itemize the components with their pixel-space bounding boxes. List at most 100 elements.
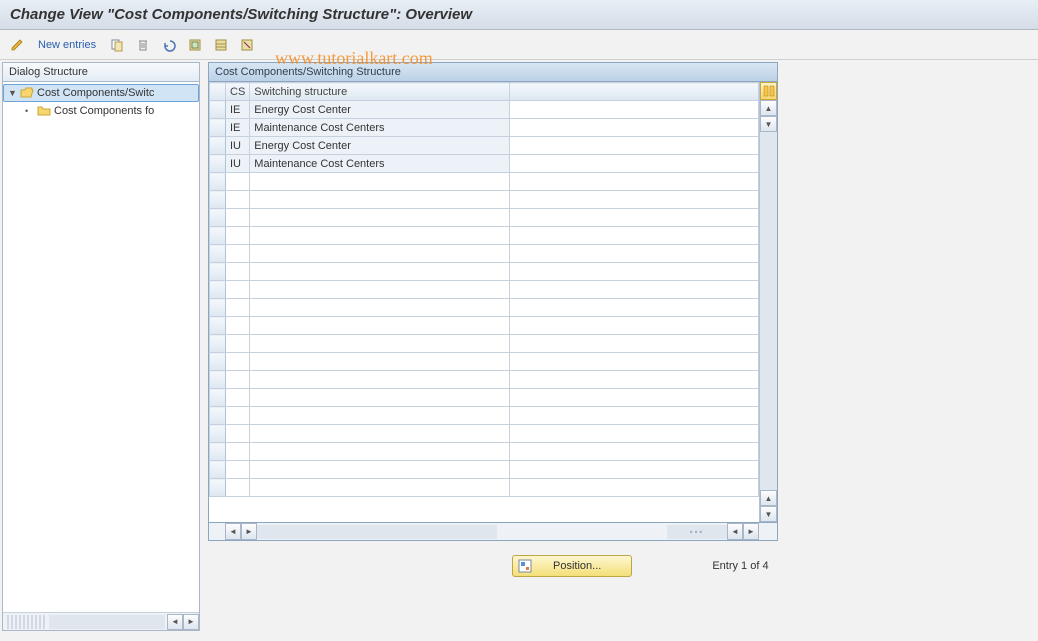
table-row[interactable]: IUMaintenance Cost Centers [210,155,759,173]
cell-cs[interactable]: IU [226,137,250,155]
cell-cs[interactable] [226,479,250,497]
scroll-down-icon[interactable]: ▼ [760,116,777,132]
row-selector[interactable] [210,335,226,353]
table-row[interactable] [210,443,759,461]
table-row[interactable] [210,227,759,245]
table-row[interactable]: IEMaintenance Cost Centers [210,119,759,137]
table-row[interactable] [210,461,759,479]
scroll-right-icon[interactable]: ► [183,614,199,630]
table-row[interactable] [210,389,759,407]
row-selector[interactable] [210,245,226,263]
cell-desc[interactable] [250,281,510,299]
row-selector[interactable] [210,443,226,461]
row-selector[interactable] [210,209,226,227]
copy-icon[interactable] [106,35,128,55]
row-selector[interactable] [210,353,226,371]
cell-desc[interactable] [250,263,510,281]
table-row[interactable] [210,191,759,209]
cell-desc[interactable] [250,317,510,335]
table-row[interactable]: IEEnergy Cost Center [210,101,759,119]
table-row[interactable]: IUEnergy Cost Center [210,137,759,155]
tree-expander-icon[interactable]: ▼ [8,88,18,98]
scroll-right-icon[interactable]: ► [743,523,759,540]
table-row[interactable] [210,281,759,299]
cell-cs[interactable] [226,425,250,443]
row-selector[interactable] [210,191,226,209]
table-row[interactable] [210,209,759,227]
row-selector[interactable] [210,299,226,317]
hscroll-track-left[interactable] [257,525,497,539]
row-selector[interactable] [210,479,226,497]
table-row[interactable] [210,173,759,191]
row-selector[interactable] [210,101,226,119]
scroll-up-icon[interactable]: ▲ [760,100,777,116]
tree-item-cost-components-switching[interactable]: ▼ Cost Components/Switc [3,84,199,102]
cell-desc[interactable] [250,245,510,263]
row-selector[interactable] [210,425,226,443]
col-cs-header[interactable]: CS [226,83,250,101]
sidebar-resize-grip-icon[interactable] [7,615,47,629]
position-button[interactable]: Position... [512,555,632,577]
cell-cs[interactable]: IE [226,119,250,137]
scroll-down-icon[interactable]: ▼ [760,506,777,522]
cell-desc[interactable] [250,425,510,443]
hscroll-track-right[interactable]: ••• [667,525,727,539]
scroll-up-icon[interactable]: ▲ [760,490,777,506]
row-selector[interactable] [210,173,226,191]
cell-desc[interactable] [250,227,510,245]
cell-desc[interactable] [250,209,510,227]
scroll-left-icon[interactable]: ◄ [225,523,241,540]
cell-desc[interactable] [250,299,510,317]
row-selector[interactable] [210,371,226,389]
row-selector[interactable] [210,407,226,425]
scroll-right-icon[interactable]: ► [241,523,257,540]
cell-cs[interactable] [226,191,250,209]
undo-icon[interactable] [158,35,180,55]
cell-cs[interactable] [226,407,250,425]
select-block-icon[interactable] [210,35,232,55]
cell-cs[interactable]: IE [226,101,250,119]
row-selector[interactable] [210,155,226,173]
row-selector[interactable] [210,137,226,155]
cell-desc[interactable]: Energy Cost Center [250,137,510,155]
cell-cs[interactable] [226,281,250,299]
cell-cs[interactable] [226,263,250,281]
row-selector[interactable] [210,263,226,281]
cell-desc[interactable] [250,443,510,461]
table-config-icon[interactable] [760,82,777,100]
cell-desc[interactable] [250,353,510,371]
select-all-icon[interactable] [184,35,206,55]
scroll-left-icon[interactable]: ◄ [727,523,743,540]
table-row[interactable] [210,317,759,335]
cell-cs[interactable] [226,245,250,263]
vscroll-track[interactable] [760,132,777,490]
cell-cs[interactable] [226,443,250,461]
table-row[interactable] [210,371,759,389]
delete-icon[interactable] [132,35,154,55]
cell-cs[interactable] [226,299,250,317]
cell-desc[interactable] [250,461,510,479]
cell-cs[interactable]: IU [226,155,250,173]
cell-desc[interactable] [250,389,510,407]
table-row[interactable] [210,479,759,497]
table-row[interactable] [210,299,759,317]
col-switching-header[interactable]: Switching structure [250,83,510,101]
row-selector[interactable] [210,389,226,407]
table-row[interactable] [210,335,759,353]
cell-cs[interactable] [226,227,250,245]
cell-cs[interactable] [226,173,250,191]
cell-cs[interactable] [226,317,250,335]
table-row[interactable] [210,245,759,263]
cell-desc[interactable]: Maintenance Cost Centers [250,119,510,137]
cell-cs[interactable] [226,335,250,353]
table-row[interactable] [210,263,759,281]
deselect-all-icon[interactable] [236,35,258,55]
cell-desc[interactable] [250,173,510,191]
cell-desc[interactable]: Energy Cost Center [250,101,510,119]
row-selector[interactable] [210,227,226,245]
cell-desc[interactable] [250,371,510,389]
new-entries-button[interactable]: New entries [32,39,102,51]
scroll-left-icon[interactable]: ◄ [167,614,183,630]
cell-desc[interactable] [250,191,510,209]
table-row[interactable] [210,353,759,371]
